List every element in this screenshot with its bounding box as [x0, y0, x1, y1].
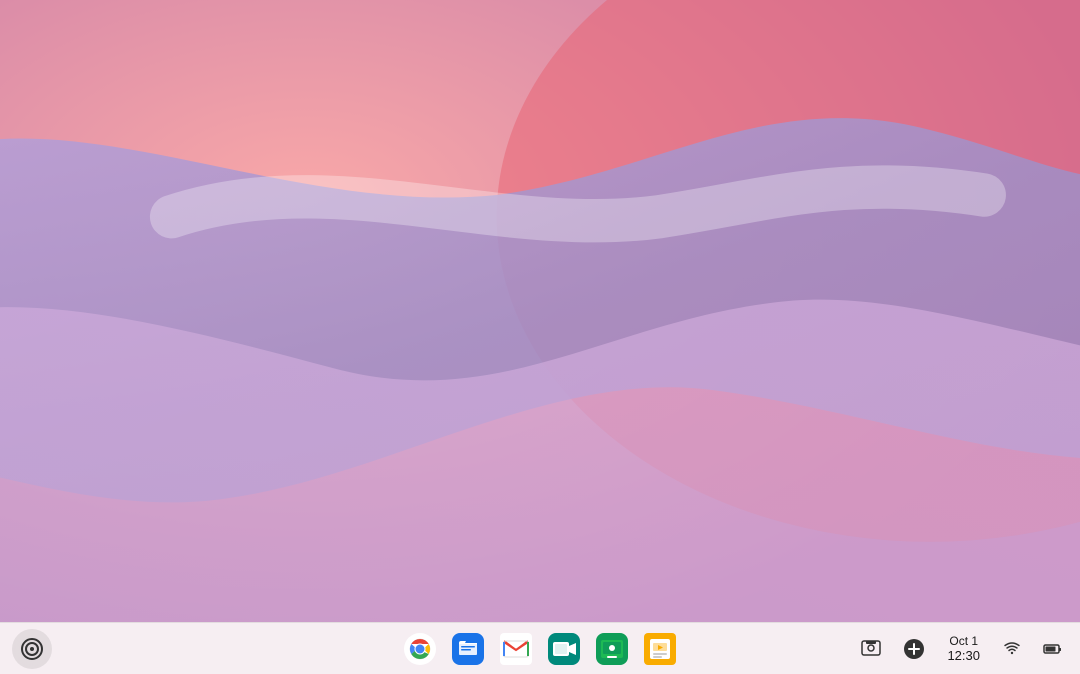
files-svg — [452, 633, 484, 665]
gmail-app-icon[interactable] — [496, 629, 536, 669]
taskbar: Oct 1 12:30 — [0, 622, 1080, 674]
slides-svg — [644, 633, 676, 665]
chrome-app-icon[interactable] — [400, 629, 440, 669]
meet-app-icon[interactable] — [544, 629, 584, 669]
desktop: Oct 1 12:30 — [0, 0, 1080, 674]
quick-add-button[interactable] — [897, 634, 931, 664]
time-label: 12:30 — [947, 648, 980, 664]
battery-icon — [1042, 639, 1062, 659]
date-label: Oct 1 — [949, 634, 978, 648]
launcher-button[interactable] — [12, 629, 52, 669]
launcher-icon — [21, 638, 43, 660]
add-icon — [903, 638, 925, 660]
chrome-svg — [404, 633, 436, 665]
classroom-svg — [596, 633, 628, 665]
gmail-svg — [500, 633, 532, 665]
screen-capture-icon — [860, 638, 882, 660]
wifi-button[interactable] — [996, 635, 1028, 663]
classroom-app-icon[interactable] — [592, 629, 632, 669]
screen-capture-button[interactable] — [853, 631, 889, 667]
meet-svg — [548, 633, 580, 665]
files-app-icon[interactable] — [448, 629, 488, 669]
taskbar-center — [400, 629, 680, 669]
wifi-icon — [1002, 639, 1022, 659]
battery-button[interactable] — [1036, 635, 1068, 663]
taskbar-right: Oct 1 12:30 — [853, 631, 1068, 667]
datetime-display[interactable]: Oct 1 12:30 — [939, 632, 988, 666]
taskbar-left — [12, 629, 52, 669]
slides-app-icon[interactable] — [640, 629, 680, 669]
